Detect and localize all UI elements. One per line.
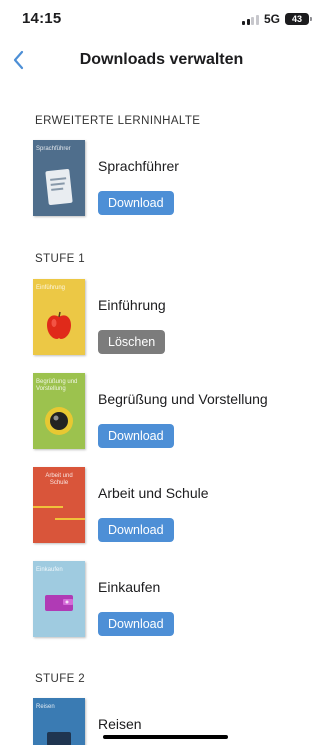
delete-button[interactable]: Löschen <box>98 330 166 354</box>
download-button[interactable]: Download <box>98 518 174 542</box>
download-button[interactable]: Download <box>98 191 174 215</box>
apple-icon <box>47 311 71 339</box>
section-header-stufe-1: STUFE 1 <box>35 253 86 265</box>
list-item: Arbeit und Schule Arbeit und Schule Down… <box>33 467 313 545</box>
cover-label: Einführung <box>36 285 66 291</box>
book-cover-arbeit-und-schule: Arbeit und Schule <box>33 467 85 543</box>
section-header-stufe-2: STUFE 2 <box>35 673 86 685</box>
book-cover-sprachfuehrer: Sprachführer <box>33 140 85 216</box>
coffee-cup-icon <box>45 407 73 435</box>
home-indicator[interactable] <box>103 735 228 739</box>
list-item: Sprachführer Sprachführer Download <box>33 140 313 218</box>
item-title: Einführung <box>98 297 166 313</box>
item-title: Begrüßung und Vorstellung <box>98 391 268 407</box>
cover-label: Arbeit und Schule <box>45 473 73 487</box>
item-title: Sprachführer <box>98 158 179 174</box>
cover-label: Sprachführer <box>36 146 71 152</box>
list-item: Einführung Einführung Löschen <box>33 279 313 357</box>
cover-label: Reisen <box>36 704 55 710</box>
battery-icon: 43 <box>285 13 312 25</box>
book-cover-begruessung: Begrüßung und Vorstellung <box>33 373 85 449</box>
download-button[interactable]: Download <box>98 424 174 448</box>
phrasebook-icon <box>45 169 73 205</box>
download-button[interactable]: Download <box>98 612 174 636</box>
section-header-erweiterte-lerninhalte: ERWEITERTE LERNINHALTE <box>35 115 201 127</box>
status-indicators: 5G 43 <box>242 12 312 26</box>
status-bar: 14:15 5G 43 <box>0 0 323 36</box>
page-title: Downloads verwalten <box>79 51 244 68</box>
book-cover-einkaufen: Einkaufen <box>33 561 85 637</box>
pencil-icon <box>33 506 85 520</box>
book-cover-einfuehrung: Einführung <box>33 279 85 355</box>
navigation-bar: Downloads verwalten <box>0 42 323 78</box>
list-item: Begrüßung und Vorstellung Begrüßung und … <box>33 373 313 451</box>
cover-label: Einkaufen <box>36 567 63 573</box>
list-item: Einkaufen Einkaufen Download <box>33 561 313 639</box>
book-cover-reisen: Reisen <box>33 698 85 745</box>
item-title: Einkaufen <box>98 579 161 595</box>
signal-icon <box>242 14 259 25</box>
wallet-icon <box>45 595 73 611</box>
network-type: 5G <box>263 12 280 26</box>
battery-level: 43 <box>291 14 302 24</box>
passport-icon <box>47 732 71 745</box>
status-time: 14:15 <box>22 10 62 27</box>
item-title: Arbeit und Schule <box>98 485 209 501</box>
cover-label: Begrüßung und Vorstellung <box>36 379 78 393</box>
item-title: Reisen <box>98 716 142 732</box>
